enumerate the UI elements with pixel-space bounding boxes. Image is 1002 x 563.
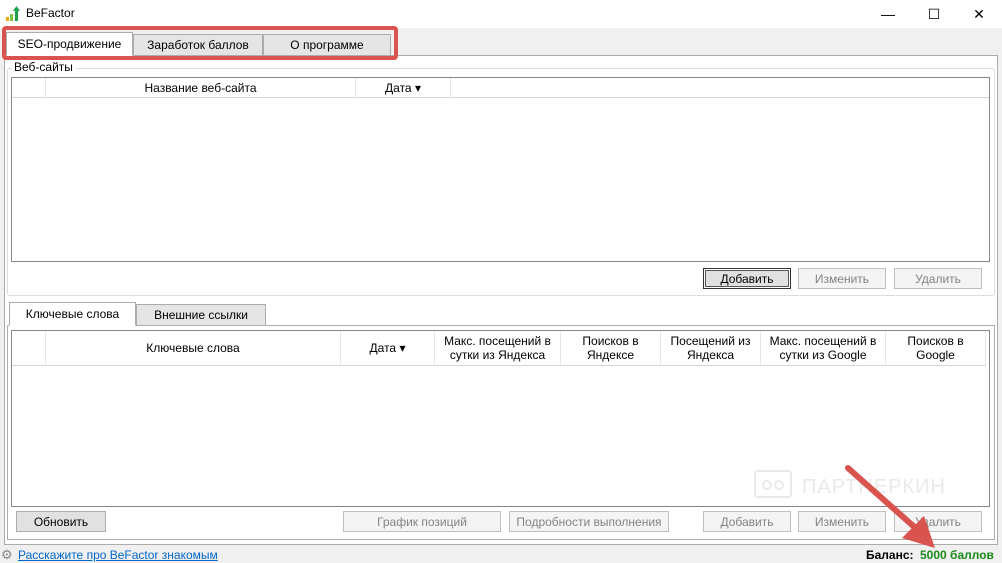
gear-icon: ⚙ xyxy=(1,547,13,562)
row-header-corner xyxy=(12,78,46,98)
share-link[interactable]: Расскажите про BeFactor знакомым xyxy=(18,548,218,562)
row-header-corner xyxy=(12,331,46,366)
edit-website-button[interactable]: Изменить xyxy=(798,268,886,289)
column-header-searches-google[interactable]: Поисков в Google xyxy=(886,331,986,366)
column-header-searches-yandex[interactable]: Поисков в Яндексе xyxy=(561,331,661,366)
websites-group-label: Веб-сайты xyxy=(12,60,75,74)
column-header-max-yandex[interactable]: Макс. посещений в сутки из Яндекса xyxy=(435,331,561,366)
tab-external-links[interactable]: Внешние ссылки xyxy=(136,304,266,326)
tab-keywords[interactable]: Ключевые слова xyxy=(9,302,136,326)
minimize-button[interactable]: — xyxy=(865,0,911,28)
close-button[interactable]: ✕ xyxy=(956,0,1002,28)
highlight-box xyxy=(2,26,398,60)
watermark-icon xyxy=(754,470,792,498)
add-website-button[interactable]: Добавить xyxy=(703,268,791,289)
app-logo-icon xyxy=(6,6,20,21)
column-header-site-name[interactable]: Название веб-сайта xyxy=(46,78,356,98)
window-title: BeFactor xyxy=(26,6,75,20)
balance-label: Баланс: xyxy=(866,548,914,562)
column-header-max-google[interactable]: Макс. посещений в сутки из Google xyxy=(761,331,886,366)
column-header-visits-yandex[interactable]: Посещений из Яндекса xyxy=(661,331,761,366)
add-keyword-button[interactable]: Добавить xyxy=(703,511,791,532)
column-header-date[interactable]: Дата ▾ xyxy=(341,331,435,366)
column-header-filler xyxy=(451,78,989,98)
column-header-keywords[interactable]: Ключевые слова xyxy=(46,331,341,366)
column-header-date[interactable]: Дата ▾ xyxy=(356,78,451,98)
balance-value: 5000 баллов xyxy=(920,548,994,562)
delete-website-button[interactable]: Удалить xyxy=(894,268,982,289)
title-bar: BeFactor — ☐ ✕ xyxy=(0,0,1002,28)
websites-grid[interactable]: Название веб-сайта Дата ▾ xyxy=(11,77,990,262)
positions-chart-button[interactable]: График позиций xyxy=(343,511,501,532)
refresh-button[interactable]: Обновить xyxy=(16,511,106,532)
maximize-button[interactable]: ☐ xyxy=(911,0,957,28)
execution-details-button[interactable]: Подробности выполнения xyxy=(509,511,669,532)
annotation-arrow-icon xyxy=(845,465,935,548)
